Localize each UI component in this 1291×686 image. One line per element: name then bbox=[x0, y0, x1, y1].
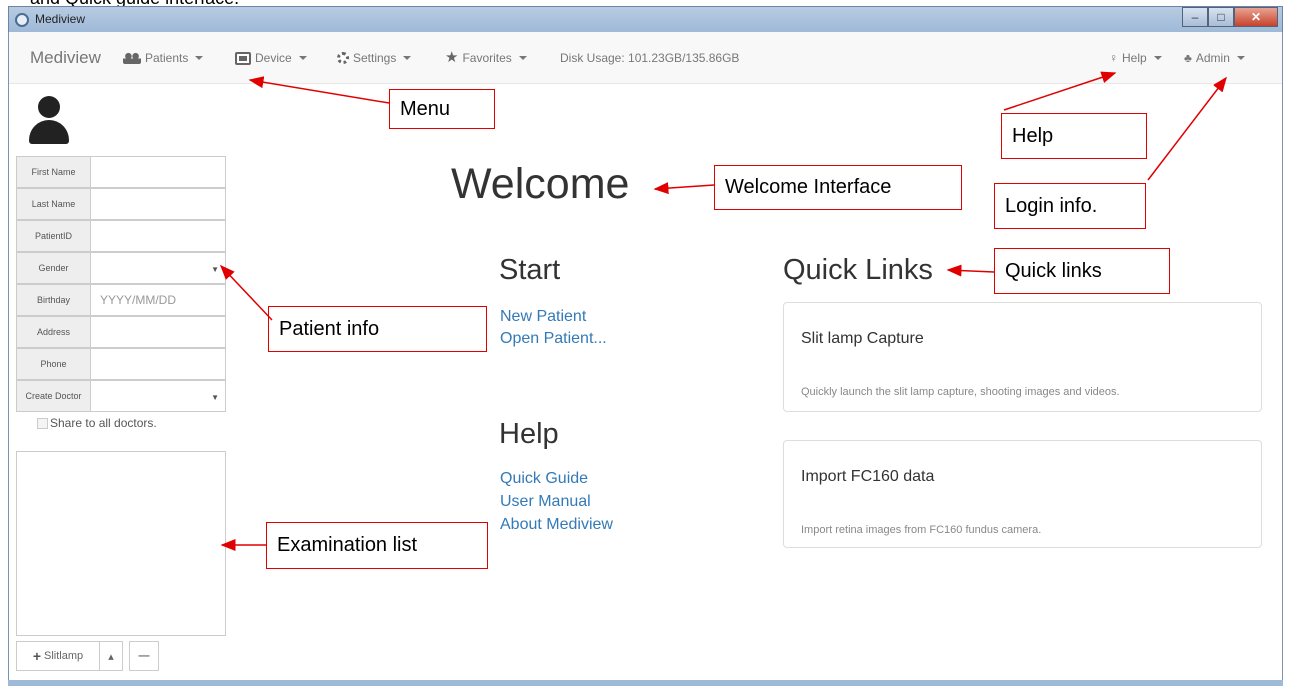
chevron-down-icon bbox=[298, 56, 307, 60]
last-name-field[interactable]: Last Name bbox=[16, 188, 226, 220]
gender-label: Gender bbox=[17, 253, 91, 283]
annotation-quick-links: Quick links bbox=[994, 248, 1170, 294]
open-patient-link[interactable]: Open Patient... bbox=[500, 330, 607, 348]
nav-help[interactable]: ♀ Help bbox=[1109, 51, 1162, 65]
help-heading: Help bbox=[499, 418, 559, 450]
annotation-examination-list: Examination list bbox=[266, 522, 488, 569]
bulb-icon: ♀ bbox=[1109, 51, 1118, 65]
chevron-down-icon bbox=[518, 56, 527, 60]
annotation-patient-info: Patient info bbox=[268, 306, 487, 352]
maximize-button[interactable]: □ bbox=[1208, 7, 1234, 27]
window-controls: – □ ✕ bbox=[1182, 7, 1278, 27]
minimize-button[interactable]: – bbox=[1182, 7, 1208, 27]
navbar: Mediview Patients Device Settings ★ Favo… bbox=[9, 32, 1282, 84]
birthday-input[interactable]: YYYY/MM/DD bbox=[91, 285, 225, 315]
app-icon bbox=[15, 13, 29, 27]
admin-icon: ♣ bbox=[1184, 51, 1192, 65]
about-mediview-link[interactable]: About Mediview bbox=[500, 516, 613, 534]
nav-patients[interactable]: Patients bbox=[123, 51, 204, 65]
birthday-label: Birthday bbox=[17, 285, 91, 315]
card-title: Import FC160 data bbox=[801, 468, 935, 485]
nav-help-label: Help bbox=[1122, 51, 1147, 65]
address-field[interactable]: Address bbox=[16, 316, 226, 348]
first-name-label: First Name bbox=[17, 157, 91, 187]
user-avatar-icon bbox=[29, 96, 69, 148]
annotation-menu: Menu bbox=[389, 89, 495, 129]
annotation-login-info: Login info. bbox=[994, 183, 1146, 229]
phone-field[interactable]: Phone bbox=[16, 348, 226, 380]
card-description: Import retina images from FC160 fundus c… bbox=[801, 524, 1042, 536]
last-name-input[interactable] bbox=[91, 189, 225, 219]
card-description: Quickly launch the slit lamp capture, sh… bbox=[801, 386, 1120, 398]
move-up-button[interactable]: ▴ bbox=[99, 641, 123, 671]
window-title: Mediview bbox=[35, 12, 86, 26]
disk-usage: Disk Usage: 101.23GB/135.86GB bbox=[560, 51, 740, 65]
add-slitlamp-button[interactable]: + Slitlamp bbox=[16, 641, 100, 671]
address-input[interactable] bbox=[91, 317, 225, 347]
welcome-title: Welcome bbox=[451, 160, 630, 208]
new-patient-link[interactable]: New Patient bbox=[500, 308, 586, 326]
import-fc160-card[interactable]: Import FC160 data Import retina images f… bbox=[783, 440, 1262, 548]
nav-settings-label: Settings bbox=[353, 51, 397, 65]
phone-label: Phone bbox=[17, 349, 91, 379]
nav-settings[interactable]: Settings bbox=[337, 51, 412, 65]
navbar-brand[interactable]: Mediview bbox=[30, 48, 101, 68]
nav-device-label: Device bbox=[255, 51, 292, 65]
window-bottom-border bbox=[8, 680, 1283, 686]
chevron-down-icon bbox=[195, 56, 204, 60]
gender-value[interactable]: ▼ bbox=[91, 253, 225, 283]
add-slitlamp-label: Slitlamp bbox=[44, 650, 84, 662]
patient-id-input[interactable] bbox=[91, 221, 225, 251]
share-checkbox[interactable] bbox=[37, 417, 48, 429]
chevron-down-icon bbox=[403, 56, 412, 60]
card-title: Slit lamp Capture bbox=[801, 330, 924, 347]
quick-links-heading: Quick Links bbox=[783, 254, 933, 286]
share-label: Share to all doctors. bbox=[50, 416, 157, 430]
plus-icon: + bbox=[32, 648, 42, 664]
patient-id-label: PatientID bbox=[17, 221, 91, 251]
annotation-help: Help bbox=[1001, 113, 1147, 159]
dropdown-arrow-icon: ▼ bbox=[211, 265, 219, 274]
users-icon bbox=[123, 52, 141, 64]
nav-admin-label: Admin bbox=[1195, 51, 1230, 65]
first-name-field[interactable]: First Name bbox=[16, 156, 226, 188]
examination-list[interactable] bbox=[16, 451, 226, 636]
quick-guide-link[interactable]: Quick Guide bbox=[500, 470, 588, 488]
camera-icon bbox=[235, 51, 251, 65]
create-doctor-select[interactable]: Create Doctor ▼ bbox=[16, 380, 226, 412]
create-doctor-label: Create Doctor bbox=[17, 381, 91, 411]
patient-id-field[interactable]: PatientID bbox=[16, 220, 226, 252]
start-heading: Start bbox=[499, 254, 561, 286]
close-button[interactable]: ✕ bbox=[1234, 7, 1278, 27]
phone-input[interactable] bbox=[91, 349, 225, 379]
gender-select[interactable]: Gender ▼ bbox=[16, 252, 226, 284]
create-doctor-value[interactable]: ▼ bbox=[91, 381, 225, 411]
nav-admin[interactable]: ♣ Admin bbox=[1184, 51, 1245, 65]
address-label: Address bbox=[17, 317, 91, 347]
nav-favorites-label: Favorites bbox=[462, 51, 512, 65]
chevron-down-icon bbox=[1236, 56, 1245, 60]
user-manual-link[interactable]: User Manual bbox=[500, 493, 591, 511]
remove-button[interactable]: — bbox=[129, 641, 159, 671]
chevron-down-icon bbox=[1153, 56, 1162, 60]
nav-patients-label: Patients bbox=[145, 51, 189, 65]
nav-favorites[interactable]: ★ Favorites bbox=[445, 49, 527, 66]
star-icon: ★ bbox=[445, 49, 459, 66]
slit-lamp-capture-card[interactable]: Slit lamp Capture Quickly launch the sli… bbox=[783, 302, 1262, 412]
birthday-field[interactable]: Birthday YYYY/MM/DD bbox=[16, 284, 226, 316]
first-name-input[interactable] bbox=[91, 157, 225, 187]
annotation-welcome-interface: Welcome Interface bbox=[714, 165, 962, 210]
nav-device[interactable]: Device bbox=[235, 51, 307, 65]
dropdown-arrow-icon: ▼ bbox=[211, 393, 219, 402]
window-titlebar: Mediview – □ ✕ bbox=[8, 6, 1283, 32]
up-arrow-icon: ▴ bbox=[108, 650, 114, 663]
last-name-label: Last Name bbox=[17, 189, 91, 219]
share-checkbox-row[interactable]: Share to all doctors. bbox=[37, 416, 157, 430]
minus-icon: — bbox=[138, 650, 150, 662]
gear-icon bbox=[337, 52, 349, 64]
exam-button-group: + Slitlamp ▴ — bbox=[16, 641, 159, 671]
